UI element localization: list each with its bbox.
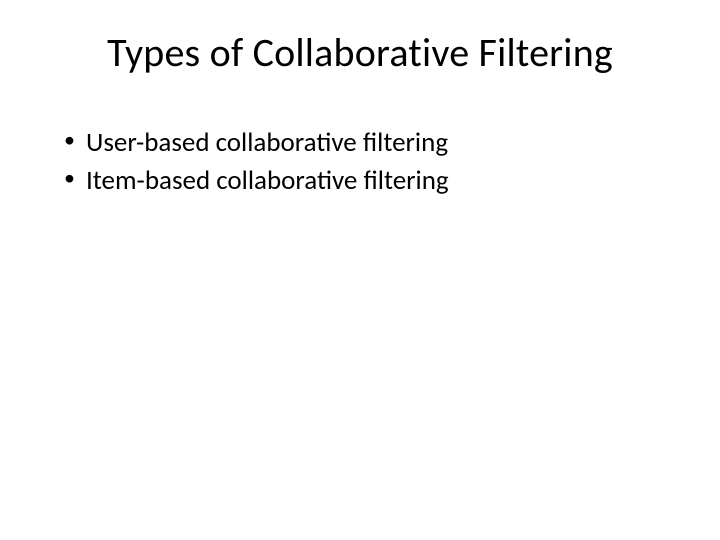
slide-container: Types of Collaborative Filtering User-ba… [0,0,720,540]
slide-title: Types of Collaborative Filtering [40,28,680,77]
bullet-list: User-based collaborative filtering Item-… [40,125,680,200]
list-item: User-based collaborative filtering [64,125,680,161]
list-item: Item-based collaborative filtering [64,163,680,199]
